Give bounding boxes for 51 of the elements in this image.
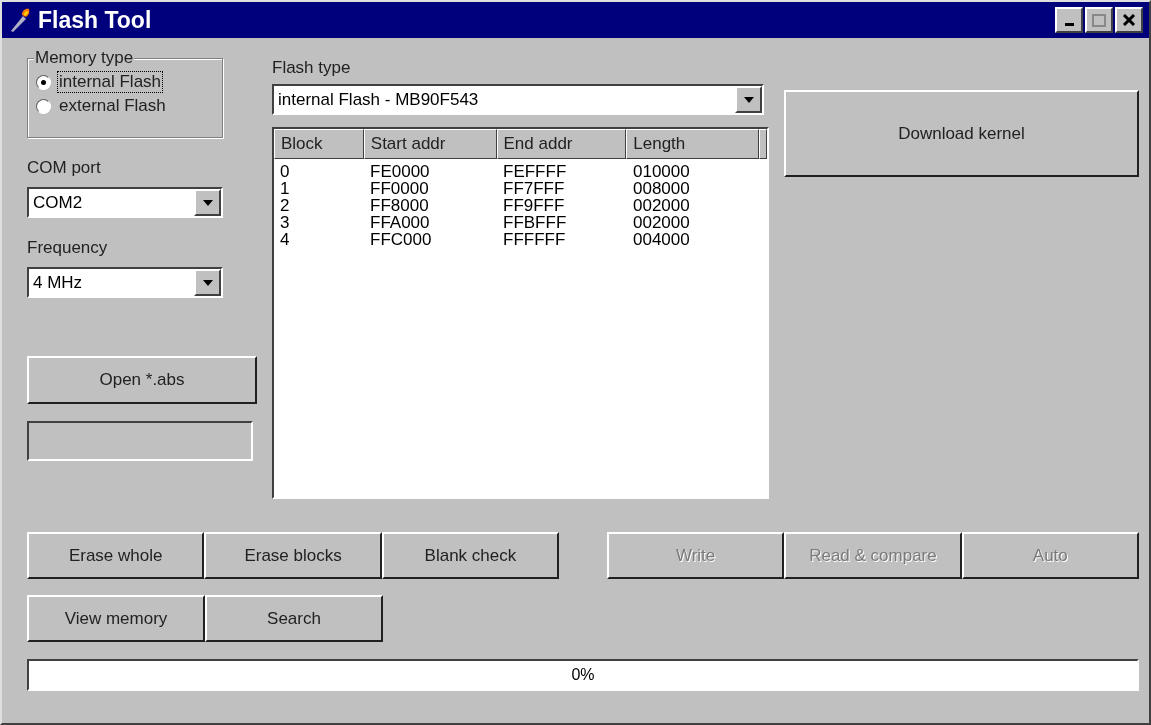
frequency-dropdown[interactable]: 4 MHz	[27, 267, 223, 298]
table-cell: FFA000	[370, 213, 430, 232]
table-cell: FF9FFF	[503, 196, 565, 215]
action-button[interactable]: View memory	[27, 595, 205, 642]
close-button[interactable]	[1115, 7, 1143, 33]
table-cell: FFFFFF	[503, 230, 566, 249]
com-port-dropdown[interactable]: COM2	[27, 187, 223, 218]
table-cell: FF7FFF	[503, 179, 565, 198]
action-button[interactable]: Search	[205, 595, 383, 642]
table-cell: 004000	[633, 230, 690, 249]
maximize-button[interactable]	[1085, 7, 1113, 33]
action-button[interactable]: Blank check	[381, 532, 560, 579]
action-button[interactable]: Erase blocks	[204, 532, 382, 579]
maximize-icon	[1092, 13, 1106, 27]
close-icon	[1122, 14, 1136, 26]
window-title: Flash Tool	[38, 6, 152, 34]
table-cell: 3	[280, 213, 290, 232]
table-cell: FF8000	[370, 196, 429, 215]
column-header[interactable]: Length	[626, 129, 759, 159]
download-button[interactable]: Download kernel	[784, 90, 1139, 177]
action-button[interactable]: Erase whole	[27, 532, 205, 579]
flash-type-dropdown[interactable]: internal Flash - MB90F543	[272, 84, 764, 115]
table-cell: 1	[280, 179, 290, 198]
torch-icon	[8, 7, 32, 33]
table-cell: 010000	[633, 162, 690, 181]
table-cell: FE0000	[370, 162, 430, 181]
field-label: Frequency	[27, 238, 109, 258]
table-cell: 002000	[633, 196, 690, 215]
table-cell: 002000	[633, 213, 690, 232]
table-cell: 008000	[633, 179, 690, 198]
table-cell: 0	[280, 162, 290, 181]
table-cell: FF0000	[370, 179, 429, 198]
group-label: Memory type	[34, 48, 135, 68]
table-cell: FFBFFF	[503, 213, 567, 232]
column-header[interactable]: Block	[274, 129, 364, 159]
field-label: Flash type	[272, 58, 352, 78]
table-cell: 2	[280, 196, 290, 215]
radio-option[interactable]: external Flash	[36, 95, 216, 117]
column-header[interactable]: End addr	[496, 129, 627, 159]
open-button[interactable]: Open *.abs	[27, 356, 257, 404]
table-cell: FFC000	[370, 230, 432, 249]
dropdown-arrow-icon	[202, 279, 213, 286]
column-header[interactable]: Start addr	[363, 129, 497, 159]
field-label: COM port	[27, 158, 102, 178]
dropdown-arrow-icon	[743, 96, 754, 103]
minimize-button[interactable]	[1055, 7, 1083, 33]
progress-reading: 0%	[571, 666, 595, 684]
table-cell: FEFFFF	[503, 162, 567, 181]
dropdown-arrow-icon	[202, 199, 213, 206]
table-cell: 4	[280, 230, 290, 249]
minimize-icon	[1064, 23, 1074, 26]
